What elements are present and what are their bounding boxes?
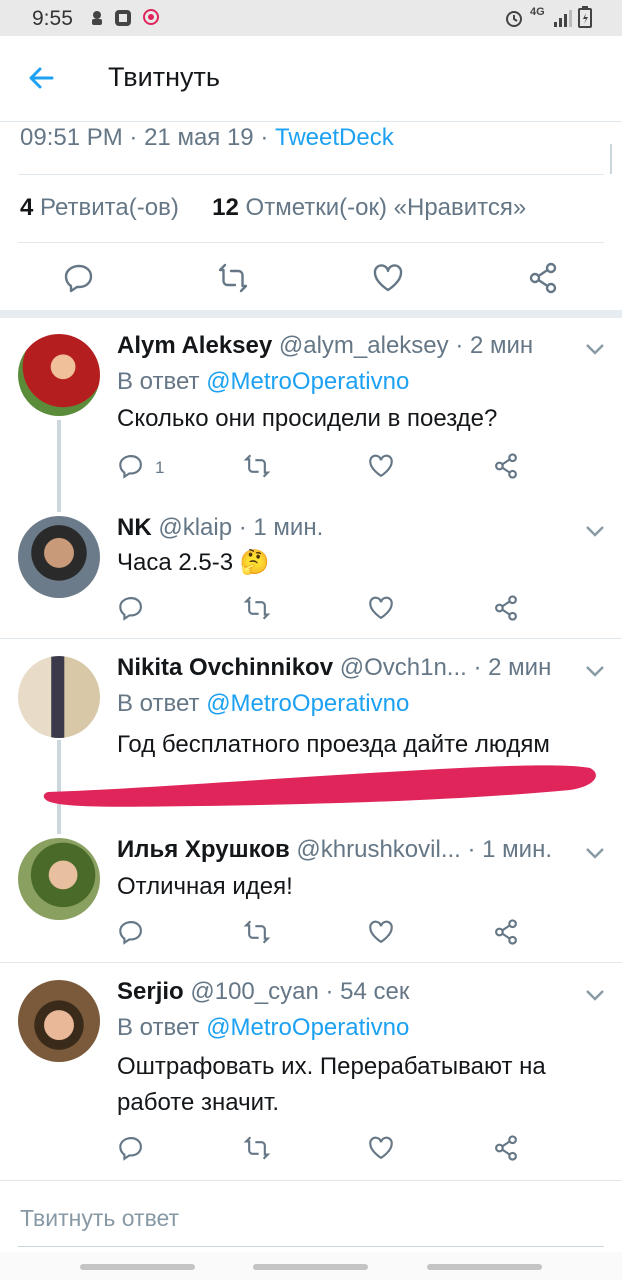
- chevron-down-icon[interactable]: [584, 664, 606, 678]
- avatar[interactable]: [18, 516, 100, 598]
- arrow-left-icon[interactable]: [22, 58, 62, 98]
- tweet-time: · 54 сек: [325, 978, 410, 1005]
- mention-link[interactable]: @MetroOperativno: [206, 368, 409, 395]
- like-icon[interactable]: [367, 1134, 395, 1162]
- nav-handle[interactable]: [427, 1264, 542, 1270]
- tweet-time: · 2 мин: [473, 654, 552, 681]
- likes-label: Отметки(-ок) «Нравится»: [245, 194, 527, 221]
- retweet-icon[interactable]: [243, 452, 271, 480]
- divider: [0, 962, 622, 963]
- tweet-stats: 4 Ретвита(-ов) 12 Отметки(-ок) «Нравится…: [20, 194, 526, 222]
- page-title: Твитнуть: [108, 62, 220, 92]
- tweet-text: работе значит.: [117, 1089, 279, 1116]
- share-icon[interactable]: [492, 594, 520, 622]
- tweet-time: · 2 мин: [455, 332, 534, 359]
- likes-stat[interactable]: 12 Отметки(-ок) «Нравится»: [212, 194, 526, 221]
- chevron-down-icon[interactable]: [584, 342, 606, 356]
- app-bar: Твитнуть: [0, 36, 622, 122]
- chevron-down-icon[interactable]: [584, 988, 606, 1002]
- share-icon[interactable]: [526, 261, 560, 295]
- author-handle[interactable]: @alym_aleksey: [279, 332, 449, 359]
- tweet-text: Отличная идея!: [117, 873, 293, 900]
- avatar[interactable]: [18, 656, 100, 738]
- like-icon[interactable]: [367, 452, 395, 480]
- author-handle[interactable]: @Ovch1n...: [340, 654, 467, 681]
- tweet-text: Сколько они просидели в поезде?: [117, 405, 498, 432]
- reply-icon[interactable]: [62, 261, 96, 295]
- status-time: 9:55: [32, 7, 73, 30]
- like-icon[interactable]: [367, 594, 395, 622]
- red-scribble-redaction: [43, 765, 596, 807]
- retweets-count: 4: [20, 194, 34, 221]
- tweet-text: Часа 2.5-3 🤔: [117, 549, 270, 576]
- reply-icon[interactable]: [117, 918, 145, 946]
- section-separator: [0, 310, 622, 318]
- reply-icon[interactable]: [117, 1134, 145, 1162]
- author-name[interactable]: Nikita Ovchinnikov: [117, 654, 333, 681]
- input-underline: [18, 1246, 604, 1247]
- tweet-time: · 1 мин.: [238, 514, 324, 541]
- reply-prefix: В ответ: [117, 690, 200, 717]
- status-bar: 9:55 4G: [0, 0, 622, 36]
- like-icon[interactable]: [367, 918, 395, 946]
- thread-line: [57, 420, 61, 512]
- network-label: 4G: [530, 6, 545, 18]
- avatar[interactable]: [18, 334, 100, 416]
- author-name[interactable]: Alym Aleksey: [117, 332, 272, 359]
- reply-icon[interactable]: [117, 594, 145, 622]
- divider: [18, 242, 604, 243]
- chevron-down-icon[interactable]: [584, 524, 606, 538]
- author-name[interactable]: Илья Хрушков: [117, 836, 290, 863]
- author-name[interactable]: NK: [117, 514, 152, 541]
- like-icon[interactable]: [371, 261, 405, 295]
- tweet-meta: 09:51 PM · 21 мая 19 · TweetDeck: [20, 124, 394, 152]
- tweet-time: 09:51 PM: [20, 124, 123, 151]
- author-name[interactable]: Serjio: [117, 978, 184, 1005]
- avatar[interactable]: [18, 838, 100, 920]
- retweet-icon[interactable]: [216, 261, 250, 295]
- signal-icon: [554, 10, 572, 27]
- tweet-source-link[interactable]: TweetDeck: [275, 124, 394, 151]
- meta-separator: ·: [260, 124, 269, 151]
- nav-handle[interactable]: [80, 1264, 195, 1270]
- share-icon[interactable]: [492, 452, 520, 480]
- retweet-icon[interactable]: [243, 918, 271, 946]
- tweet-time: · 1 мин.: [467, 836, 553, 863]
- battery-icon: [578, 6, 592, 28]
- reply-prefix: В ответ: [117, 368, 200, 395]
- likes-count: 12: [212, 194, 239, 221]
- divider: [0, 1180, 622, 1181]
- notification-icon: [92, 11, 102, 25]
- nav-handle[interactable]: [253, 1264, 368, 1270]
- author-handle[interactable]: @khrushkovil...: [296, 836, 460, 863]
- author-handle[interactable]: @100_cyan: [190, 978, 318, 1005]
- retweets-label: Ретвита(-ов): [40, 194, 179, 221]
- app-icon: [115, 10, 131, 26]
- retweet-icon[interactable]: [243, 1134, 271, 1162]
- share-icon[interactable]: [492, 918, 520, 946]
- divider: [18, 174, 604, 175]
- mention-link[interactable]: @MetroOperativno: [206, 690, 409, 717]
- author-handle[interactable]: @klaip: [158, 514, 232, 541]
- tweet-actions: [0, 255, 622, 301]
- tweet-date: 21 мая 19: [144, 124, 254, 151]
- avatar[interactable]: [18, 980, 100, 1062]
- retweets-stat[interactable]: 4 Ретвита(-ов): [20, 194, 179, 221]
- system-nav-bar: [0, 1252, 622, 1280]
- chevron-down-icon[interactable]: [584, 846, 606, 860]
- scrollbar[interactable]: [610, 144, 612, 174]
- reply-prefix: В ответ: [117, 1014, 200, 1041]
- tweet-text: Оштрафовать их. Перерабатывают на: [117, 1053, 546, 1080]
- reply-input[interactable]: Твитнуть ответ: [20, 1205, 179, 1232]
- divider: [0, 638, 622, 639]
- retweet-icon[interactable]: [243, 594, 271, 622]
- mention-link[interactable]: @MetroOperativno: [206, 1014, 409, 1041]
- reply-icon[interactable]: [117, 452, 145, 480]
- share-icon[interactable]: [492, 1134, 520, 1162]
- alarm-icon: [506, 11, 522, 27]
- meta-separator: ·: [129, 124, 138, 151]
- reply-count: 1: [155, 458, 165, 477]
- location-icon: [143, 9, 159, 25]
